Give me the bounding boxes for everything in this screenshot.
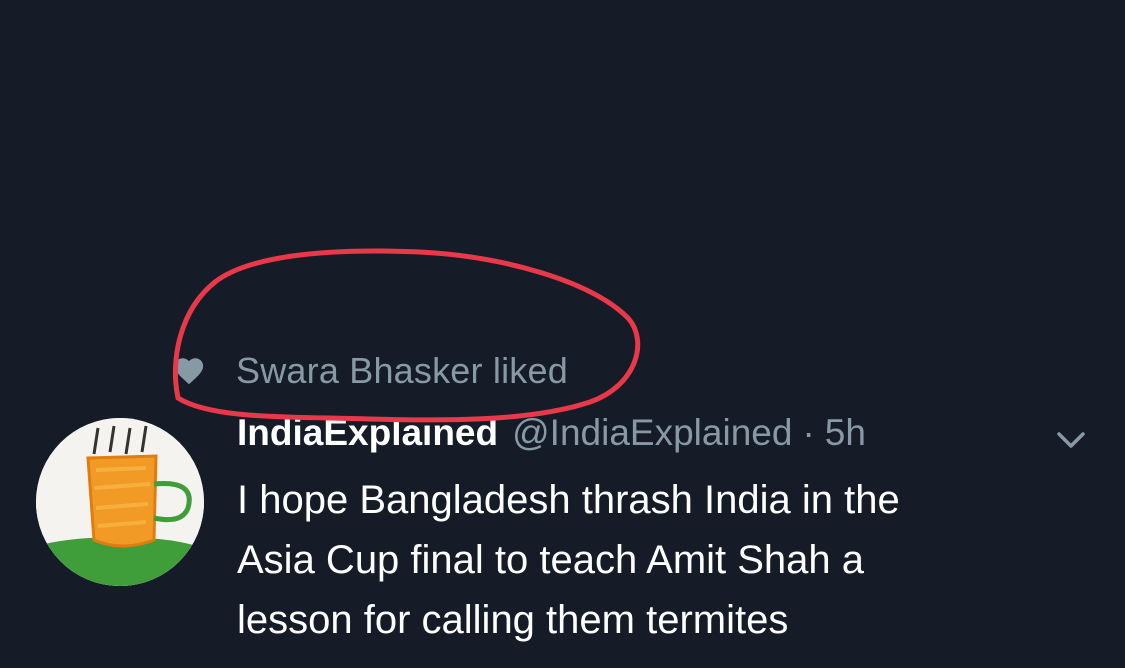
- user-handle[interactable]: @IndiaExplained: [512, 412, 792, 454]
- timeline-screen: Swara Bhasker liked IndiaExplained @Indi…: [0, 0, 1125, 668]
- social-context-text: Swara Bhasker liked: [236, 350, 568, 391]
- avatar[interactable]: [36, 418, 204, 586]
- chevron-down-icon[interactable]: [1055, 424, 1087, 456]
- social-context: Swara Bhasker liked: [172, 346, 568, 396]
- display-name[interactable]: IndiaExplained: [237, 412, 498, 454]
- separator-dot: ·: [802, 412, 815, 453]
- tea-cup-avatar-icon: [36, 418, 204, 586]
- tweet-text-line: lesson for calling them termites: [237, 598, 789, 642]
- tweet-header: IndiaExplained @IndiaExplained · 5h: [237, 412, 866, 458]
- tweet-text-line: I hope Bangladesh thrash India in the: [237, 478, 900, 522]
- tweet-text-line: Asia Cup final to teach Amit Shah a: [237, 538, 865, 582]
- tweet-timestamp[interactable]: 5h: [825, 412, 866, 454]
- tweet-text: I hope Bangladesh thrash India in the As…: [237, 470, 1057, 650]
- heart-icon: [174, 358, 204, 385]
